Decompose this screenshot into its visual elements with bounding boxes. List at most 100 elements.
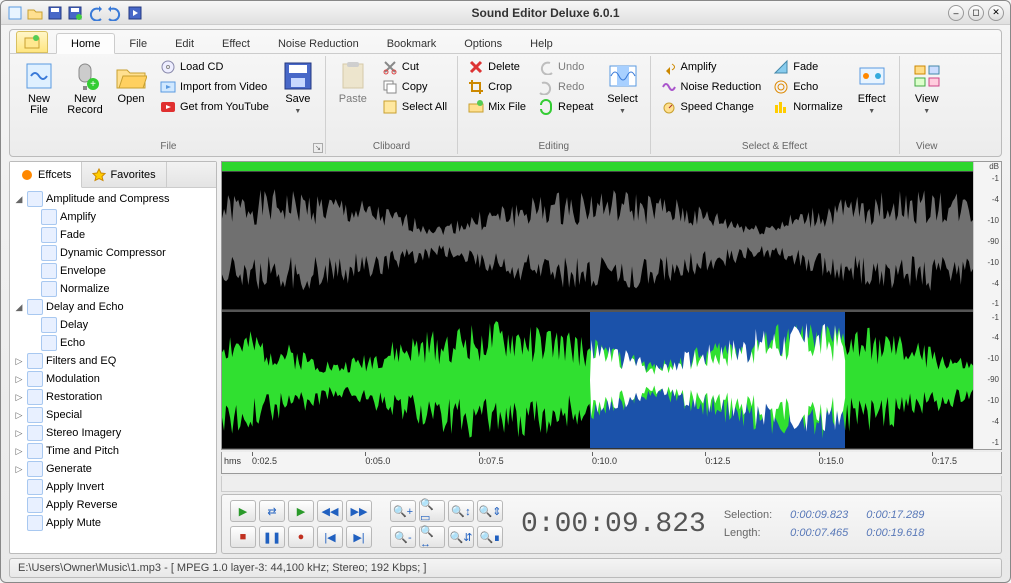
effect-button[interactable]: Effect▼ xyxy=(851,58,893,119)
ribbon: Home File Edit Effect Noise Reduction Bo… xyxy=(9,29,1002,157)
echo-button[interactable]: Echo xyxy=(769,78,847,96)
tree-item[interactable]: ▷Modulation xyxy=(12,370,214,388)
crop-button[interactable]: Crop xyxy=(464,78,530,96)
zoom-selection-button[interactable]: 🔍▭ xyxy=(419,500,445,522)
time-axis[interactable]: hms 0:02.50:05.00:07.50:10.00:12.50:15.0… xyxy=(221,452,1002,474)
qat-play-icon[interactable] xyxy=(127,5,143,21)
tree-item[interactable]: Normalize xyxy=(12,280,214,298)
new-file-button[interactable]: New File xyxy=(18,58,60,118)
titlebar: Sound Editor Deluxe 6.0.1 – ◻ ✕ xyxy=(1,1,1010,25)
tab-edit[interactable]: Edit xyxy=(161,34,208,53)
tab-help[interactable]: Help xyxy=(516,34,567,53)
tab-options[interactable]: Options xyxy=(450,34,516,53)
zoom-in-v-button[interactable]: 🔍↕ xyxy=(448,500,474,522)
delete-button[interactable]: Delete xyxy=(464,58,530,76)
channel-right[interactable] xyxy=(222,310,973,450)
file-group-launcher[interactable]: ↘ xyxy=(313,143,323,153)
speed-change-button[interactable]: Speed Change xyxy=(657,98,766,116)
length-total: 0:00:19.618 xyxy=(866,527,924,539)
mix-file-button[interactable]: Mix File xyxy=(464,98,530,116)
loop-button[interactable]: ⇄ xyxy=(259,500,285,522)
tree-item[interactable]: Dynamic Compressor xyxy=(12,244,214,262)
tree-item[interactable]: Fade xyxy=(12,226,214,244)
goto-end-button[interactable]: ▶| xyxy=(346,526,372,548)
tree-item[interactable]: ▷Generate xyxy=(12,460,214,478)
view-button[interactable]: View▼ xyxy=(906,58,948,119)
paste-button[interactable]: Paste xyxy=(332,58,374,107)
waveform-display[interactable]: dB -1-4-10-90-10-4-1 -1-4-10-90-10-4-1 xyxy=(221,161,1002,450)
tree-item[interactable]: ▷Time and Pitch xyxy=(12,442,214,460)
select-all-button[interactable]: Select All xyxy=(378,98,451,116)
tab-home[interactable]: Home xyxy=(56,33,115,54)
cut-button[interactable]: Cut xyxy=(378,58,451,76)
pause-button[interactable]: ❚❚ xyxy=(259,526,285,548)
tree-item[interactable]: Apply Invert xyxy=(12,478,214,496)
zoom-fit-v-button[interactable]: 🔍⇕ xyxy=(477,500,503,522)
select-button[interactable]: Select▼ xyxy=(602,58,644,119)
zoom-out-button[interactable]: 🔍- xyxy=(390,526,416,548)
tree-item[interactable]: ▷Filters and EQ xyxy=(12,352,214,370)
channel-left[interactable] xyxy=(222,172,973,310)
stop-button[interactable]: ■ xyxy=(230,526,256,548)
play-button[interactable]: ▶ xyxy=(230,500,256,522)
record-button[interactable]: ● xyxy=(288,526,314,548)
db-scale: dB -1-4-10-90-10-4-1 -1-4-10-90-10-4-1 xyxy=(973,162,1001,449)
qat-save-icon[interactable] xyxy=(47,5,63,21)
close-button[interactable]: ✕ xyxy=(988,5,1004,21)
app-menu-button[interactable] xyxy=(16,31,48,53)
qat-undo-icon[interactable] xyxy=(87,5,103,21)
redo-button[interactable]: Redo xyxy=(534,78,597,96)
qat-redo-icon[interactable] xyxy=(107,5,123,21)
horizontal-scrollbar[interactable] xyxy=(221,476,1002,492)
play-selection-button[interactable]: ▶ xyxy=(288,500,314,522)
forward-button[interactable]: ▶▶ xyxy=(346,500,372,522)
qat-new-icon[interactable] xyxy=(7,5,23,21)
undo-button[interactable]: Undo xyxy=(534,58,597,76)
maximize-button[interactable]: ◻ xyxy=(968,5,984,21)
qat-save-as-icon[interactable] xyxy=(67,5,83,21)
tab-noise-reduction[interactable]: Noise Reduction xyxy=(264,34,373,53)
tree-item[interactable]: ▷Restoration xyxy=(12,388,214,406)
fade-button[interactable]: Fade xyxy=(769,58,847,76)
new-record-button[interactable]: +New Record xyxy=(64,58,106,118)
tab-file[interactable]: File xyxy=(115,34,161,53)
overview-bar[interactable] xyxy=(222,162,973,172)
tree-item[interactable]: ◢Delay and Echo xyxy=(12,298,214,316)
open-button[interactable]: Open xyxy=(110,58,152,107)
rewind-button[interactable]: ◀◀ xyxy=(317,500,343,522)
tree-item[interactable]: Delay xyxy=(12,316,214,334)
tree-item[interactable]: Amplify xyxy=(12,208,214,226)
zoom-reset-button[interactable]: 🔍∎ xyxy=(477,526,503,548)
qat-open-icon[interactable] xyxy=(27,5,43,21)
tree-item[interactable]: Envelope xyxy=(12,262,214,280)
amplify-button[interactable]: Amplify xyxy=(657,58,766,76)
get-from-youtube-button[interactable]: Get from YouTube xyxy=(156,98,273,116)
goto-start-button[interactable]: |◀ xyxy=(317,526,343,548)
normalize-button[interactable]: Normalize xyxy=(769,98,847,116)
minimize-button[interactable]: – xyxy=(948,5,964,21)
tree-item[interactable]: ▷Special xyxy=(12,406,214,424)
tree-item[interactable]: ◢Amplitude and Compress xyxy=(12,190,214,208)
editor-area: dB -1-4-10-90-10-4-1 -1-4-10-90-10-4-1 h… xyxy=(221,161,1002,554)
tab-effect[interactable]: Effect xyxy=(208,34,264,53)
repeat-button[interactable]: Repeat xyxy=(534,98,597,116)
zoom-in-button[interactable]: 🔍+ xyxy=(390,500,416,522)
tree-item[interactable]: Echo xyxy=(12,334,214,352)
sidebar-tab-effects[interactable]: Effcets xyxy=(10,162,82,188)
noise-reduction-button[interactable]: Noise Reduction xyxy=(657,78,766,96)
tree-item[interactable]: Apply Reverse xyxy=(12,496,214,514)
save-button[interactable]: Save▼ xyxy=(277,58,319,119)
zoom-out-v-button[interactable]: 🔍⇵ xyxy=(448,526,474,548)
zoom-all-button[interactable]: 🔍↔ xyxy=(419,526,445,548)
copy-button[interactable]: Copy xyxy=(378,78,451,96)
load-cd-button[interactable]: Load CD xyxy=(156,58,273,76)
effects-tree[interactable]: ◢Amplitude and CompressAmplifyFadeDynami… xyxy=(10,188,216,553)
sidebar-tab-favorites[interactable]: Favorites xyxy=(82,162,166,187)
tree-item[interactable]: Apply Mute xyxy=(12,514,214,532)
import-from-video-button[interactable]: Import from Video xyxy=(156,78,273,96)
ribbon-tabs: Home File Edit Effect Noise Reduction Bo… xyxy=(10,30,1001,54)
selection-end: 0:00:17.289 xyxy=(866,509,924,521)
tree-item[interactable]: ▷Stereo Imagery xyxy=(12,424,214,442)
tab-bookmark[interactable]: Bookmark xyxy=(373,34,451,53)
window-title: Sound Editor Deluxe 6.0.1 xyxy=(143,6,948,20)
